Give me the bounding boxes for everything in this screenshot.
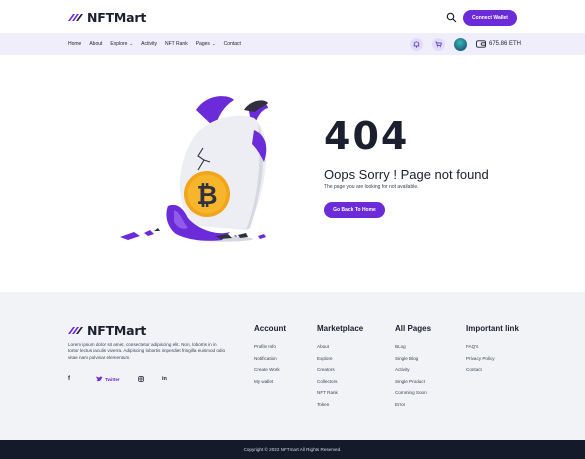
wallet-icon — [476, 40, 486, 48]
footer-logo[interactable]: NFTMart — [68, 323, 146, 338]
go-back-home-button[interactable]: Go Back To Home — [324, 202, 385, 218]
broken-rocket-illustration: ₿ — [120, 96, 268, 242]
nav-item-about[interactable]: About — [89, 41, 102, 47]
footer-col-marketplace: Marketplace About Explore Creators Colle… — [317, 324, 363, 413]
chevron-down-icon: ⌄ — [129, 41, 134, 46]
error-code: 404 — [324, 114, 410, 158]
brand-logo[interactable]: NFTMart — [68, 10, 146, 25]
footer: NFTMart Lorem ipsum dolor sit amet, cons… — [0, 292, 585, 440]
nav-item-label: NFT Rank — [165, 41, 188, 47]
nav-item-explore[interactable]: Explore ⌄ — [110, 41, 133, 47]
nav-item-nft-rank[interactable]: NFT Rank — [165, 41, 188, 47]
top-header: NFTMart Connect Wallet — [0, 0, 585, 33]
footer-col-account: Account Profile Info Notification Create… — [254, 324, 286, 390]
footer-link[interactable]: Contact — [466, 367, 519, 379]
search-icon[interactable] — [446, 12, 457, 23]
nav-menu: Home About Explore ⌄ Activity NFT Rank Pages ⌄ C… — [68, 33, 241, 55]
nav-item-pages[interactable]: Pages ⌄ — [196, 41, 216, 47]
logo-mark-icon — [68, 327, 83, 334]
nav-item-activity[interactable]: Activity — [141, 41, 157, 47]
footer-link[interactable]: Collectors — [317, 379, 363, 391]
connect-wallet-button[interactable]: Connect Wallet — [463, 10, 517, 26]
twitter-link[interactable]: Twitter — [96, 376, 138, 382]
copyright-text: Copyright © 2022 NFTmart All Rights Rese… — [243, 447, 342, 452]
facebook-link[interactable]: f — [68, 376, 96, 382]
instagram-icon — [138, 376, 144, 382]
footer-col-all-pages: All Pages BLog Single Blog Activity Sing… — [395, 324, 431, 413]
footer-link[interactable]: Token — [317, 402, 363, 414]
social-links: f Twitter in — [68, 374, 167, 384]
nav-item-label: Activity — [141, 41, 157, 47]
main-navbar: Home About Explore ⌄ Activity NFT Rank Pages ⌄ C… — [0, 33, 585, 55]
footer-link[interactable]: Error — [395, 402, 431, 414]
nav-item-contact[interactable]: Contact — [224, 41, 241, 47]
nav-item-label: Pages — [195, 41, 210, 47]
footer-link[interactable]: Create Work — [254, 367, 286, 379]
bell-icon — [413, 41, 420, 48]
footer-link[interactable]: Activity — [395, 367, 431, 379]
twitter-label: Twitter — [105, 376, 120, 382]
footer-link[interactable]: Explore — [317, 356, 363, 368]
cart-button[interactable] — [432, 37, 445, 51]
nav-item-label: Contact — [223, 41, 241, 47]
footer-col-title: Important link — [466, 324, 519, 333]
footer-col-title: Account — [254, 324, 286, 333]
notification-button[interactable] — [410, 37, 423, 51]
svg-text:₿: ₿ — [196, 181, 217, 211]
linkedin-icon: in — [162, 376, 167, 382]
footer-link[interactable]: About — [317, 344, 363, 356]
balance-amount: 675.86 ETH — [489, 41, 522, 47]
nav-item-label: About — [89, 41, 103, 47]
footer-link[interactable]: Comming Soon — [395, 390, 431, 402]
footer-link[interactable]: Single Blog — [395, 356, 431, 368]
logo-mark-icon — [68, 14, 83, 21]
wallet-balance[interactable]: 675.86 ETH — [476, 40, 521, 48]
footer-link[interactable]: BLog — [395, 344, 431, 356]
copyright-bar: Copyright © 2022 NFTmart All Rights Rese… — [0, 440, 585, 459]
brand-name: NFTMart — [87, 10, 147, 25]
facebook-icon: f — [68, 376, 70, 382]
instagram-link[interactable] — [138, 376, 162, 382]
avatar[interactable] — [454, 37, 467, 51]
footer-col-important-link: Important link FAQ's Privacy Policy Cont… — [466, 324, 519, 379]
footer-link[interactable]: FAQ's — [466, 344, 519, 356]
chevron-down-icon: ⌄ — [211, 41, 216, 46]
linkedin-link[interactable]: in — [162, 376, 167, 382]
cart-icon — [435, 41, 442, 47]
error-subtitle: The page you are looking for not availab… — [324, 184, 419, 190]
footer-link[interactable]: Creators — [317, 367, 363, 379]
footer-description: Lorem ipsum dolor sit amet, consectetur … — [68, 342, 226, 360]
footer-link[interactable]: Profile Info — [254, 344, 286, 356]
footer-link[interactable]: Single Product — [395, 379, 431, 391]
footer-col-title: All Pages — [395, 324, 432, 333]
footer-brand-name: NFTMart — [87, 323, 147, 338]
nav-item-home[interactable]: Home — [68, 41, 81, 47]
footer-link[interactable]: Notification — [254, 356, 286, 368]
footer-link[interactable]: Privacy Policy — [466, 356, 519, 368]
footer-col-title: Marketplace — [317, 324, 364, 333]
nav-item-label: Explore — [110, 41, 128, 47]
nav-actions: 675.86 ETH — [410, 33, 521, 55]
nav-item-label: Home — [68, 41, 82, 47]
footer-link[interactable]: NFT Rank — [317, 390, 363, 402]
twitter-icon — [96, 376, 103, 382]
error-title: Oops Sorry ! Page not found — [324, 167, 489, 182]
footer-link[interactable]: My wallet — [254, 379, 286, 391]
